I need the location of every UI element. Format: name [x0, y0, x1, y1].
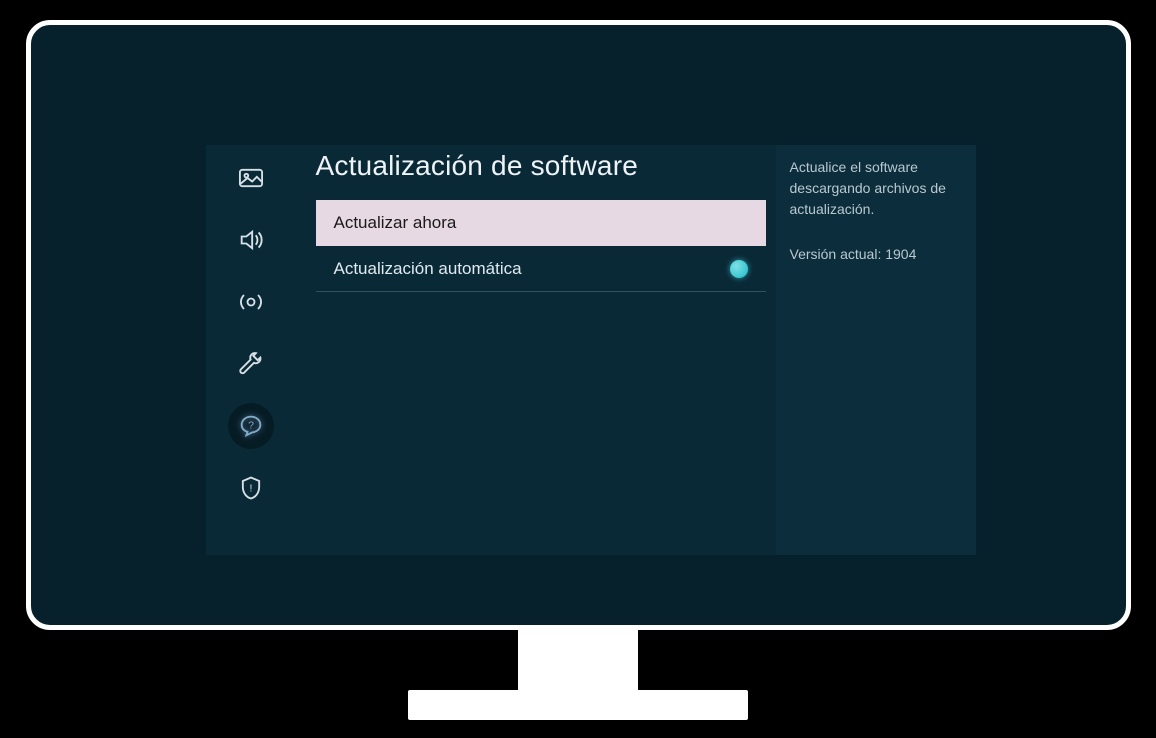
- sound-icon: [237, 226, 265, 254]
- broadcast-icon: [237, 288, 265, 316]
- picture-icon: [237, 164, 265, 192]
- sidebar-item-support[interactable]: ?: [228, 403, 274, 449]
- svg-text:?: ?: [248, 419, 254, 431]
- svg-text:!: !: [249, 483, 252, 495]
- menu-item-label: Actualización automática: [334, 259, 522, 279]
- support-icon: ?: [237, 412, 265, 440]
- menu-item-auto-update[interactable]: Actualización automática: [316, 246, 766, 292]
- settings-screen: ? ! Actualización de software Actualizar…: [206, 145, 976, 555]
- main-panel: Actualización de software Actualizar aho…: [296, 145, 776, 555]
- shield-icon: !: [237, 474, 265, 502]
- menu-item-label: Actualizar ahora: [334, 213, 457, 233]
- info-description: Actualice el software descargando archiv…: [790, 157, 962, 220]
- monitor-frame: ? ! Actualización de software Actualizar…: [26, 20, 1131, 720]
- toggle-on-indicator[interactable]: [730, 260, 748, 278]
- sidebar-item-sound[interactable]: [228, 217, 274, 263]
- monitor-bezel: ? ! Actualización de software Actualizar…: [26, 20, 1131, 630]
- monitor-stand-neck: [518, 630, 638, 690]
- menu-item-update-now[interactable]: Actualizar ahora: [316, 200, 766, 246]
- sidebar-item-privacy[interactable]: !: [228, 465, 274, 511]
- sidebar-item-general[interactable]: [228, 341, 274, 387]
- wrench-icon: [237, 350, 265, 378]
- page-title: Actualización de software: [316, 150, 766, 182]
- monitor-stand-base: [408, 690, 748, 720]
- settings-sidebar: ? !: [206, 145, 296, 555]
- info-panel: Actualice el software descargando archiv…: [776, 145, 976, 555]
- info-version: Versión actual: 1904: [790, 244, 962, 265]
- sidebar-item-picture[interactable]: [228, 155, 274, 201]
- sidebar-item-broadcast[interactable]: [228, 279, 274, 325]
